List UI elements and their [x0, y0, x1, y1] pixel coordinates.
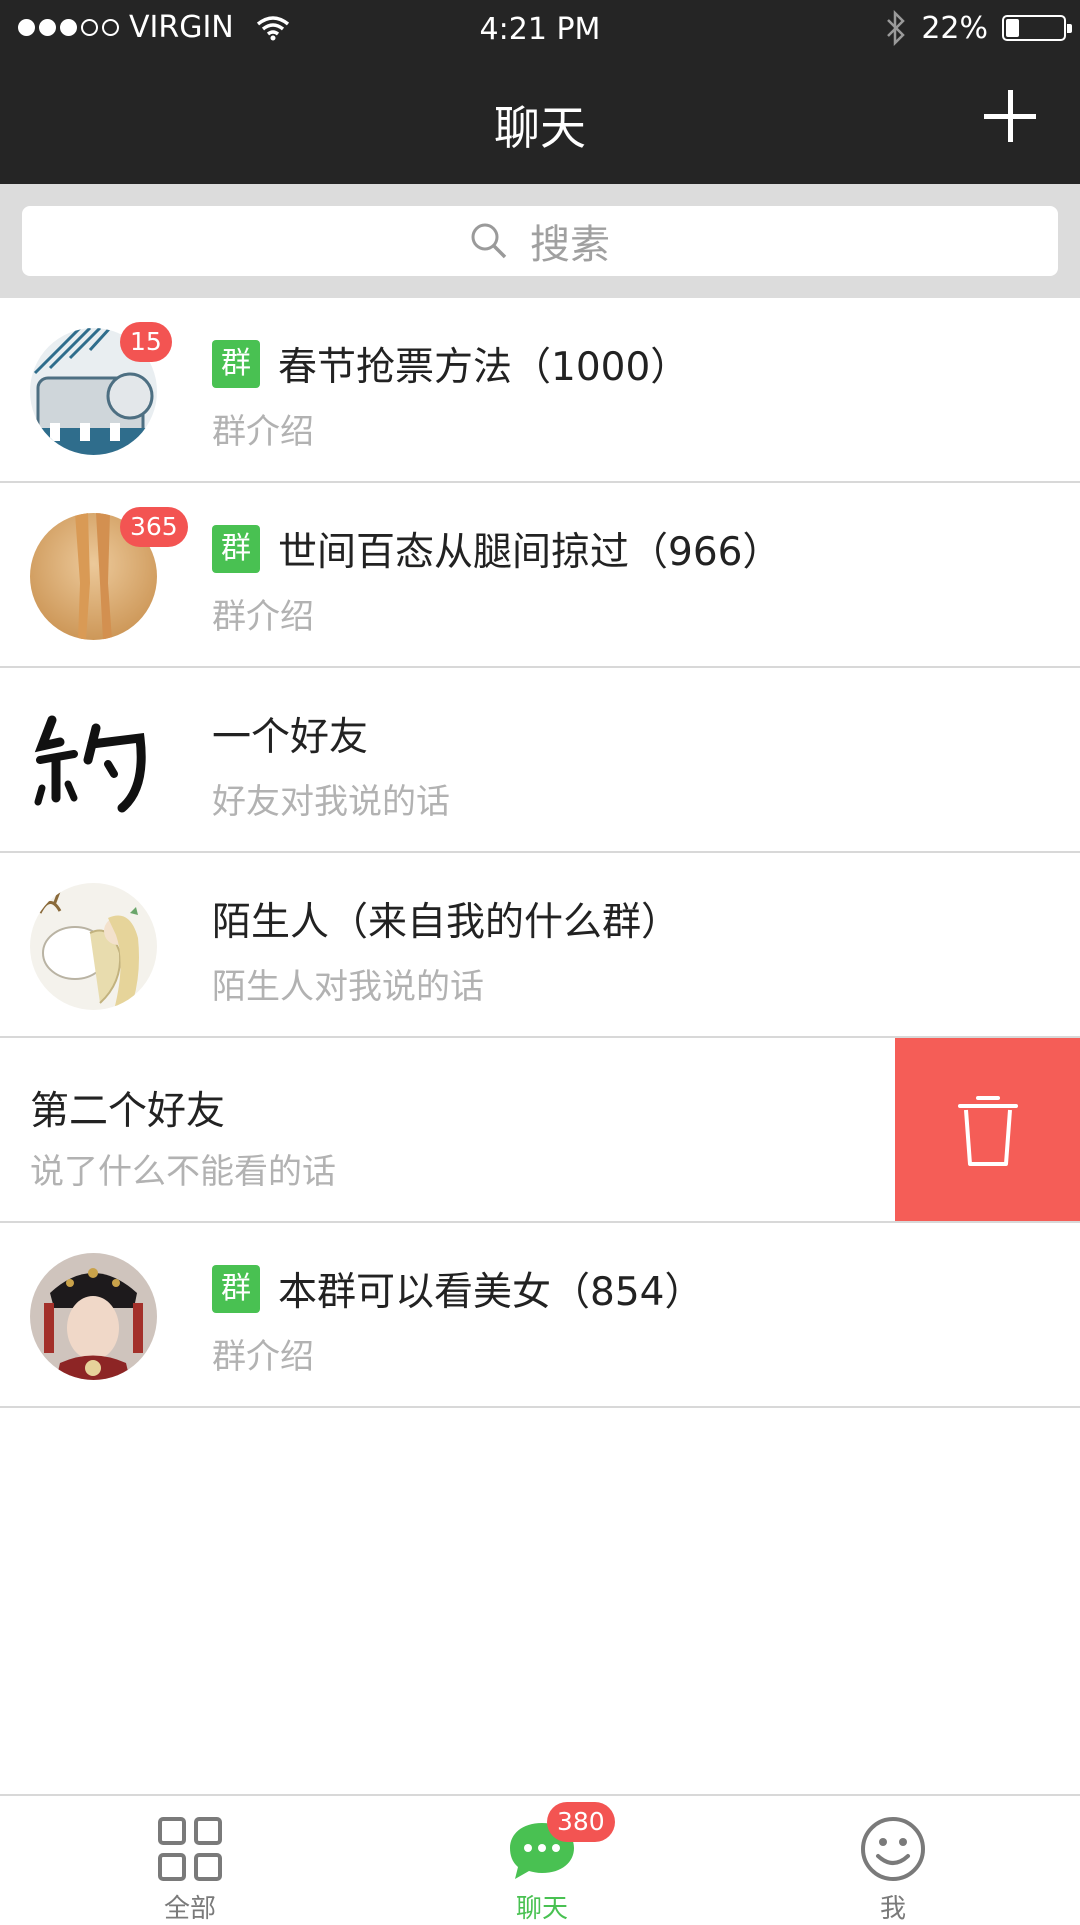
navigation-bar: 聊天: [0, 62, 1080, 184]
conversation-title-row: 第二个好友: [30, 1080, 225, 1136]
group-tag: 群: [212, 340, 260, 388]
unread-badge: 365: [120, 507, 188, 547]
trash-icon: [957, 1095, 1018, 1166]
bluetooth-icon: [887, 10, 906, 46]
conversation-title: 第二个好友: [30, 1089, 226, 1134]
search-input[interactable]: 搜素: [22, 206, 1058, 276]
conversation-title-row: 一个好友: [212, 706, 368, 762]
battery-icon: [1002, 15, 1072, 41]
search-bar-container: 搜素: [0, 184, 1080, 298]
conversation-subtitle: 群介绍: [212, 412, 314, 452]
unread-badge: 15: [120, 322, 172, 362]
tab-bar: 全部 380 聊天 我: [0, 1794, 1080, 1924]
battery-percent: 22%: [921, 10, 988, 46]
conversation-title-row: 群 春节抢票方法（1000）: [212, 336, 689, 392]
plus-icon[interactable]: [984, 90, 1036, 142]
conversation-title-row: 群 本群可以看美女（854）: [212, 1261, 703, 1317]
conversation-row[interactable]: 群 本群可以看美女（854） 群介绍: [0, 1223, 1080, 1408]
conversation-title-row: 陌生人（来自我的什么群）: [212, 891, 680, 947]
tab-label: 全部: [163, 1894, 216, 1924]
conversation-subtitle: 好友对我说的话: [212, 782, 450, 822]
conversation-title: 一个好友: [212, 715, 369, 760]
conversation-subtitle: 陌生人对我说的话: [212, 967, 484, 1007]
conversation-list: 15 群 春节抢票方法（1000） 群介绍 365 群 世间百态从腿间掠过（96…: [0, 298, 1080, 1408]
conversation-title: 陌生人（来自我的什么群）: [212, 900, 681, 945]
delete-button[interactable]: [895, 1038, 1080, 1221]
conversation-row[interactable]: 15 群 春节抢票方法（1000） 群介绍: [0, 298, 1080, 483]
conversation-title-row: 群 世间百态从腿间掠过（966）: [212, 521, 781, 577]
tab-label: 我: [879, 1894, 906, 1924]
conversation-row[interactable]: 一个好友 好友对我说的话: [0, 668, 1080, 853]
group-tag: 群: [212, 1265, 260, 1313]
smiley-icon: [861, 1817, 925, 1881]
tab-chat[interactable]: 380 聊天: [442, 1796, 642, 1924]
search-placeholder: 搜素: [530, 222, 610, 268]
tab-me[interactable]: 我: [793, 1796, 993, 1924]
avatar: [30, 1253, 157, 1380]
conversation-title: 本群可以看美女（854）: [278, 1270, 704, 1315]
conversation-row-swiped[interactable]: 第二个好友 说了什么不能看的话: [0, 1038, 1080, 1223]
conversation-subtitle: 群介绍: [212, 597, 314, 637]
grid-icon: [158, 1817, 222, 1881]
conversation-title: 世间百态从腿间掠过（966）: [278, 530, 782, 575]
conversation-title: 春节抢票方法（1000）: [278, 345, 690, 390]
page-title: 聊天: [494, 101, 586, 155]
avatar: [30, 883, 157, 1010]
conversation-row[interactable]: 365 群 世间百态从腿间掠过（966） 群介绍: [0, 483, 1080, 668]
avatar: [30, 698, 157, 825]
conversation-subtitle: 群介绍: [212, 1337, 314, 1377]
search-icon: [471, 223, 507, 259]
tab-label: 聊天: [515, 1894, 568, 1924]
status-bar: VIRGIN 4:21 PM 22%: [0, 0, 1080, 62]
conversation-row[interactable]: 陌生人（来自我的什么群） 陌生人对我说的话: [0, 853, 1080, 1038]
tab-all[interactable]: 全部: [90, 1796, 290, 1924]
group-tag: 群: [212, 525, 260, 573]
status-right-group: 22%: [885, 10, 1072, 46]
conversation-subtitle: 说了什么不能看的话: [30, 1152, 336, 1192]
unread-badge: 380: [547, 1802, 615, 1842]
